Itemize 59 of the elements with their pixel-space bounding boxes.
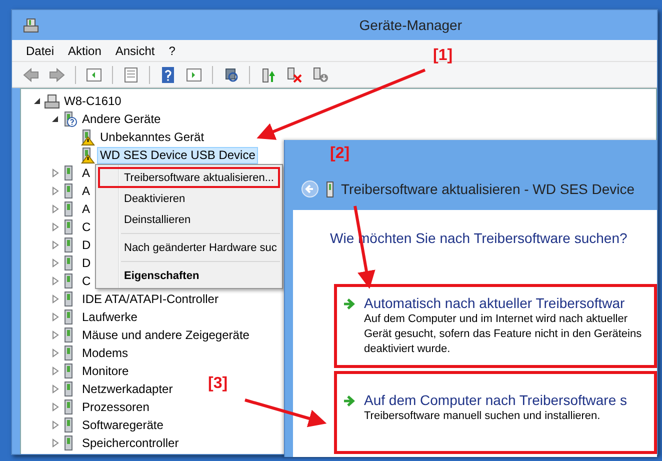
tree-item[interactable]: Modems	[79, 344, 132, 362]
tree-item[interactable]: Netzwerkadapter	[79, 380, 176, 398]
annotation-label: [3]	[208, 375, 228, 393]
uninstall-icon[interactable]	[286, 66, 302, 82]
help-icon[interactable]	[160, 66, 176, 82]
tree-item[interactable]: IDE ATA/ATAPI-Controller	[79, 290, 222, 308]
arrow-icon	[342, 394, 355, 408]
device-icon	[325, 180, 335, 198]
forward-icon[interactable]	[49, 66, 65, 82]
menu-item[interactable]: Eigenschaften	[98, 265, 280, 286]
window-title: Geräte-Manager	[359, 17, 462, 33]
tree-item[interactable]: D	[79, 254, 94, 272]
option-link[interactable]: Auf dem Computer nach Treibersoftware s Treibersoftware manuell suchen und installieren.	[334, 371, 657, 454]
option-description: Auf dem Computer und im Internet wird nach aktueller	[364, 312, 629, 327]
menu-bar-item[interactable]: Datei	[20, 42, 60, 60]
option-description: Gerät gesucht, sofern das Feature nicht in den Geräteins	[364, 327, 642, 342]
option-link[interactable]: Automatisch nach aktueller Treibersoftwar Auf dem Computer und im Internet wird nach aktueller Gerät gesucht, sofern das Feature nicht in den Geräteins deaktiviert wurde.	[334, 284, 657, 368]
tree-item[interactable]: Unbekanntes Gerät	[97, 128, 208, 146]
computer-icon	[21, 16, 41, 34]
menu-bar-item[interactable]: Aktion	[62, 42, 108, 60]
menu-item[interactable]: Treibersoftware aktualisieren...	[98, 167, 280, 188]
menu-bar-item[interactable]: Ansicht	[109, 42, 161, 60]
back-icon[interactable]	[23, 66, 39, 82]
window-icon[interactable]	[86, 66, 102, 82]
tree-item[interactable]: Monitore	[79, 362, 132, 380]
option-description: deaktiviert wurde.	[364, 342, 452, 357]
tree-item[interactable]: D	[79, 236, 94, 254]
option-title: Auf dem Computer nach Treibersoftware s	[364, 392, 628, 409]
window-icon[interactable]	[186, 66, 202, 82]
menu-item[interactable]: Deaktivieren	[98, 188, 280, 209]
tree-item[interactable]: Laufwerke	[79, 308, 140, 326]
menu-item[interactable]: Deinstallieren	[98, 209, 280, 230]
menu-item[interactable]: Nach geänderter Hardware suc	[98, 237, 280, 258]
annotation-label: [1]	[433, 47, 453, 65]
tree-item[interactable]: A	[79, 182, 94, 200]
tree-item[interactable]: Softwaregeräte	[79, 416, 166, 434]
option-description: Treibersoftware manuell suchen und installieren.	[364, 409, 602, 424]
update-icon[interactable]	[260, 66, 276, 82]
computer-icon	[43, 92, 60, 110]
expander-icon[interactable]	[32, 96, 42, 106]
arrow-icon	[342, 297, 355, 311]
tree-item[interactable]: Prozessoren	[79, 398, 152, 416]
tree-item[interactable]: Andere Geräte	[79, 110, 164, 128]
tree-item[interactable]: Mäuse und andere Zeigegeräte	[79, 326, 252, 344]
properties-icon[interactable]	[123, 66, 139, 82]
dialog-title: Treibersoftware aktualisieren - WD SES Device	[341, 181, 635, 197]
tree-item[interactable]: A	[79, 164, 94, 182]
tree-item[interactable]: C	[79, 272, 94, 290]
tree-item[interactable]: A	[79, 200, 94, 218]
option-title: Automatisch nach aktueller Treibersoftwar	[364, 295, 626, 312]
tree-item[interactable]: W8-C1610	[61, 92, 124, 110]
tree-item[interactable]: Speichercontroller	[79, 434, 182, 452]
menu-bar-item[interactable]: ?	[162, 42, 182, 60]
expander-icon[interactable]	[50, 114, 60, 124]
tree-item[interactable]: C	[79, 218, 94, 236]
tree-item[interactable]: WD SES Device USB Device	[97, 146, 258, 164]
disable-icon[interactable]	[312, 66, 328, 82]
scan-icon[interactable]	[223, 66, 239, 82]
annotation-label: [2]	[330, 145, 350, 163]
